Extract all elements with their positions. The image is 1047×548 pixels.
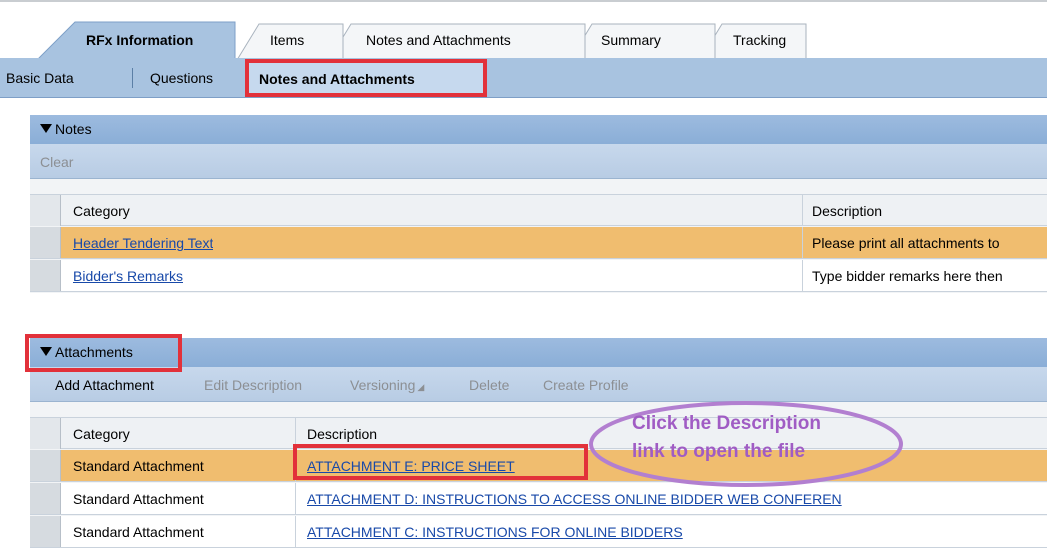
- table-row[interactable]: Header Tendering Text Please print all a…: [30, 227, 1047, 259]
- price-sheet-highlight-box: [293, 444, 588, 480]
- add-attachment-button[interactable]: Add Attachment: [55, 377, 154, 393]
- note-category-link[interactable]: Header Tendering Text: [73, 235, 213, 251]
- column-separator: [802, 260, 803, 291]
- attachments-section-header[interactable]: Attachments: [30, 338, 1047, 367]
- attachments-toolbar: Add Attachment Edit Description Versioni…: [30, 367, 1047, 402]
- row-selector[interactable]: [30, 516, 61, 547]
- note-description: Type bidder remarks here then: [812, 268, 1003, 284]
- create-profile-button[interactable]: Create Profile: [543, 377, 629, 393]
- subtab-bar: Basic Data Questions Notes and Attachmen…: [0, 58, 1047, 98]
- column-header-description[interactable]: Description: [307, 426, 377, 442]
- row-selector[interactable]: [30, 227, 61, 258]
- tab-strip: RFx Information Items Notes and Attachme…: [0, 0, 1047, 60]
- column-separator: [295, 483, 296, 514]
- tab-summary[interactable]: Summary: [601, 32, 661, 48]
- annotation-line-1: Click the Description: [632, 413, 821, 434]
- delete-button[interactable]: Delete: [469, 377, 509, 393]
- column-separator: [295, 516, 296, 547]
- tab-notes-and-attachments[interactable]: Notes and Attachments: [366, 32, 511, 48]
- row-selector[interactable]: [30, 483, 61, 514]
- annotation-line-2: link to open the file: [632, 441, 806, 462]
- tab-rfx-information[interactable]: RFx Information: [86, 32, 193, 48]
- edit-description-button[interactable]: Edit Description: [204, 377, 302, 393]
- subtab-basic-data[interactable]: Basic Data: [6, 70, 74, 86]
- column-header-description[interactable]: Description: [812, 203, 882, 219]
- attachment-category: Standard Attachment: [73, 524, 204, 540]
- table-row[interactable]: Standard Attachment ATTACHMENT C: INSTRU…: [30, 516, 1047, 548]
- clear-button[interactable]: Clear: [40, 154, 73, 170]
- notes-section: Notes Clear Category Description Header …: [30, 115, 1047, 293]
- subtab-notes-and-attachments[interactable]: Notes and Attachments: [245, 59, 487, 97]
- select-all-cell[interactable]: [30, 418, 61, 449]
- versioning-label: Versioning: [350, 377, 416, 393]
- attachment-description-link[interactable]: ATTACHMENT D: INSTRUCTIONS TO ACCESS ONL…: [307, 491, 842, 507]
- notes-title-label: Notes: [55, 121, 92, 137]
- attachment-category: Standard Attachment: [73, 491, 204, 507]
- column-header-category[interactable]: Category: [73, 203, 130, 219]
- annotation-text: Click the Description link to open the f…: [632, 410, 821, 466]
- subtab-separator: [132, 68, 133, 88]
- column-separator: [802, 195, 803, 226]
- notes-table-header: Category Description: [30, 194, 1047, 226]
- row-selector[interactable]: [30, 450, 61, 481]
- column-separator: [802, 227, 803, 258]
- subtab-notes-and-attachments-label: Notes and Attachments: [259, 71, 415, 87]
- select-all-cell[interactable]: [30, 195, 61, 226]
- attachment-category: Standard Attachment: [73, 458, 204, 474]
- attachment-description-link[interactable]: ATTACHMENT C: INSTRUCTIONS FOR ONLINE BI…: [307, 524, 683, 540]
- collapse-triangle-icon: [40, 124, 52, 133]
- row-selector[interactable]: [30, 260, 61, 291]
- attachments-highlight-box: [25, 334, 182, 372]
- notes-section-title[interactable]: Notes: [40, 121, 92, 137]
- note-description: Please print all attachments to: [812, 235, 1000, 251]
- note-category-link[interactable]: Bidder's Remarks: [73, 268, 183, 284]
- dropdown-arrow-icon: ◢: [417, 382, 425, 392]
- notes-toolbar: Clear: [30, 144, 1047, 179]
- versioning-button[interactable]: Versioning ◢: [350, 377, 424, 393]
- tab-strip-shapes: [36, 21, 807, 60]
- tab-tracking[interactable]: Tracking: [733, 32, 786, 48]
- notes-section-header[interactable]: Notes: [30, 115, 1047, 144]
- table-row[interactable]: Bidder's Remarks Type bidder remarks her…: [30, 260, 1047, 292]
- column-header-category[interactable]: Category: [73, 426, 130, 442]
- subtab-questions[interactable]: Questions: [150, 70, 213, 86]
- tab-items[interactable]: Items: [270, 32, 304, 48]
